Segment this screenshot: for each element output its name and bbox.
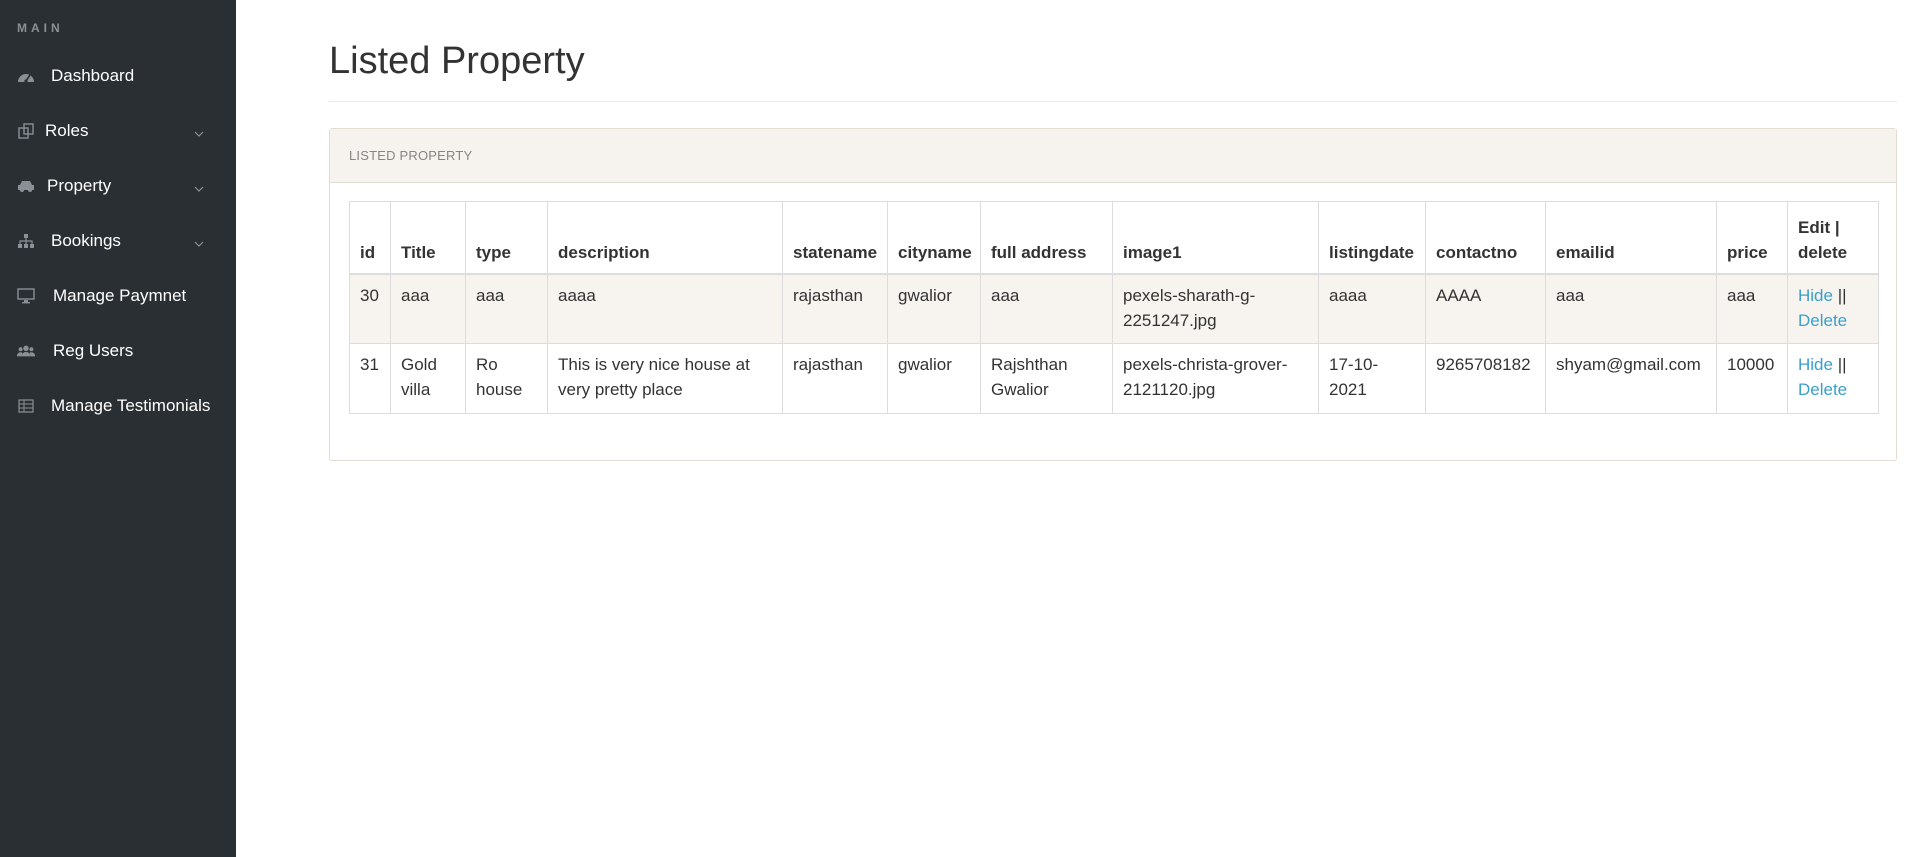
users-icon xyxy=(17,343,35,359)
cell-type: aaa xyxy=(465,273,548,344)
table-row: 31 Gold villa Ro house This is very nice… xyxy=(349,343,1879,414)
sidebar-item-label: Dashboard xyxy=(51,65,135,85)
column-header-actions: Edit | delete xyxy=(1787,201,1879,275)
cell-statename: rajasthan xyxy=(782,273,888,344)
sidebar-item-property[interactable]: Property xyxy=(0,158,236,213)
car-icon xyxy=(17,178,35,194)
cell-description: This is very nice house at very pretty p… xyxy=(547,343,783,414)
cell-title: aaa xyxy=(390,273,466,344)
cell-description: aaaa xyxy=(547,273,783,344)
copy-icon xyxy=(17,122,35,139)
chevron-down-icon xyxy=(194,181,204,199)
column-header-description: description xyxy=(547,201,783,275)
sidebar-item-label: Manage Testimonials xyxy=(51,395,211,415)
sidebar-nav: Dashboard Roles Property Bookings Manage… xyxy=(0,48,236,433)
dashboard-icon xyxy=(17,68,35,84)
cell-price: aaa xyxy=(1716,273,1788,344)
listed-property-panel: LISTED PROPERTY id Title type descriptio… xyxy=(329,128,1897,461)
chevron-down-icon xyxy=(194,236,204,254)
sidebar-item-bookings[interactable]: Bookings xyxy=(0,213,236,268)
cell-price: 10000 xyxy=(1716,343,1788,414)
sidebar-item-manage-payment[interactable]: Manage Paymnet xyxy=(0,268,236,323)
hide-link[interactable]: Hide xyxy=(1798,355,1833,374)
table-row: 30 aaa aaa aaaa rajasthan gwalior aaa pe… xyxy=(349,273,1879,344)
column-header-full-address: full address xyxy=(980,201,1113,275)
sidebar: MAIN Dashboard Roles Property Bookings M… xyxy=(0,0,236,857)
column-header-price: price xyxy=(1716,201,1788,275)
column-header-title: Title xyxy=(390,201,466,275)
cell-cityname: gwalior xyxy=(887,273,981,344)
sidebar-item-reg-users[interactable]: Reg Users xyxy=(0,323,236,378)
cell-contactno: AAAA xyxy=(1425,273,1546,344)
column-header-id: id xyxy=(349,201,391,275)
column-header-contactno: contactno xyxy=(1425,201,1546,275)
main-content: Listed Property LISTED PROPERTY id Title… xyxy=(236,0,1918,857)
table-icon xyxy=(17,398,35,414)
sidebar-item-manage-testimonials[interactable]: Manage Testimonials xyxy=(0,378,236,433)
property-table: id Title type description statename city… xyxy=(349,201,1879,414)
cell-contactno: 9265708182 xyxy=(1425,343,1546,414)
cell-image1: pexels-christa-grover-2121120.jpg xyxy=(1112,343,1319,414)
column-header-image1: image1 xyxy=(1112,201,1319,275)
sidebar-item-roles[interactable]: Roles xyxy=(0,103,236,158)
cell-id: 30 xyxy=(349,273,391,344)
cell-actions: Hide || Delete xyxy=(1787,273,1879,344)
cell-emailid: shyam@gmail.com xyxy=(1545,343,1717,414)
cell-emailid: aaa xyxy=(1545,273,1717,344)
column-header-type: type xyxy=(465,201,548,275)
cell-cityname: gwalior xyxy=(887,343,981,414)
cell-title: Gold villa xyxy=(390,343,466,414)
cell-type: Ro house xyxy=(465,343,548,414)
table-wrapper: id Title type description statename city… xyxy=(349,201,1879,414)
delete-link[interactable]: Delete xyxy=(1798,380,1847,399)
panel-heading: LISTED PROPERTY xyxy=(330,129,1896,183)
sitemap-icon xyxy=(17,233,35,249)
cell-full-address: aaa xyxy=(980,273,1113,344)
cell-actions: Hide || Delete xyxy=(1787,343,1879,414)
sidebar-item-dashboard[interactable]: Dashboard xyxy=(0,48,236,103)
sidebar-heading: MAIN xyxy=(17,21,64,35)
cell-listingdate: 17-10-2021 xyxy=(1318,343,1426,414)
page-title: Listed Property xyxy=(329,40,585,82)
sidebar-item-label: Reg Users xyxy=(53,340,134,360)
column-header-emailid: emailid xyxy=(1545,201,1717,275)
action-separator: || xyxy=(1837,355,1847,374)
column-header-cityname: cityname xyxy=(887,201,981,275)
hide-link[interactable]: Hide xyxy=(1798,286,1833,305)
delete-link[interactable]: Delete xyxy=(1798,311,1847,330)
sidebar-item-label: Roles xyxy=(45,120,89,140)
action-separator: || xyxy=(1837,285,1847,305)
title-divider xyxy=(329,101,1897,102)
desktop-icon xyxy=(17,287,35,304)
cell-id: 31 xyxy=(349,343,391,414)
column-header-statename: statename xyxy=(782,201,888,275)
cell-full-address: Rajshthan Gwalior xyxy=(980,343,1113,414)
cell-image1: pexels-sharath-g-2251247.jpg xyxy=(1112,273,1319,344)
cell-listingdate: aaaa xyxy=(1318,273,1426,344)
column-header-listingdate: listingdate xyxy=(1318,201,1426,275)
chevron-down-icon xyxy=(194,126,204,144)
sidebar-item-label: Manage Paymnet xyxy=(53,285,187,305)
sidebar-item-label: Bookings xyxy=(51,230,121,250)
cell-statename: rajasthan xyxy=(782,343,888,414)
sidebar-item-label: Property xyxy=(47,175,112,195)
table-header-row: id Title type description statename city… xyxy=(349,201,1879,275)
